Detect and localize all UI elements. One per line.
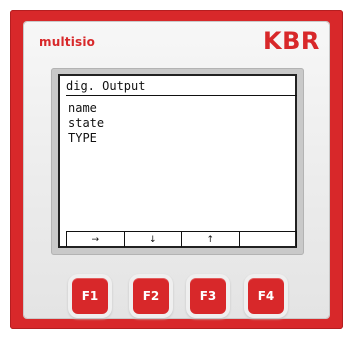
screen-title: dig. Output: [66, 79, 146, 93]
softkey-right-arrow-icon: →: [66, 232, 124, 247]
softkey-down-arrow-icon: ↓: [123, 232, 182, 247]
menu-item-state[interactable]: state: [68, 116, 104, 130]
kbr-logo: KBR: [263, 27, 320, 55]
f2-button[interactable]: F2: [133, 278, 169, 314]
softkey-bar: → ↓ ↑: [66, 231, 297, 247]
menu-item-name[interactable]: name: [68, 101, 97, 115]
menu-item-type[interactable]: TYPE: [68, 131, 97, 145]
f3-button[interactable]: F3: [190, 278, 226, 314]
softkey-empty: [238, 232, 297, 247]
brand-label: multisio: [39, 35, 96, 49]
title-divider: [66, 95, 297, 96]
f4-button[interactable]: F4: [248, 278, 284, 314]
softkey-up-arrow-icon: ↑: [181, 232, 239, 247]
f1-button[interactable]: F1: [72, 278, 108, 314]
